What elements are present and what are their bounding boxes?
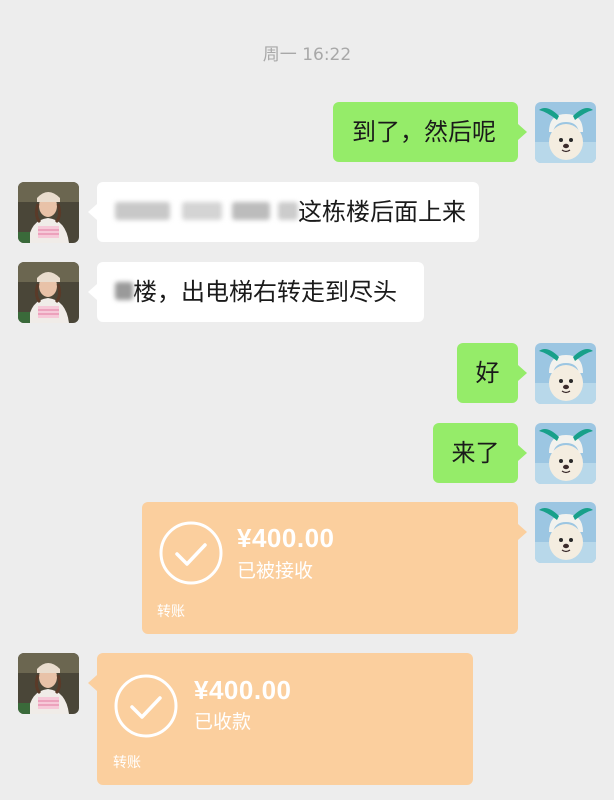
woman-avatar-icon (18, 262, 79, 323)
message-text: 到了，然后呢 (352, 118, 496, 146)
transfer-status: 已被接收 (237, 560, 314, 582)
bubble-tail (518, 365, 527, 381)
my-avatar[interactable] (535, 502, 596, 563)
dog-avatar-icon (535, 423, 596, 484)
contact-avatar[interactable] (18, 653, 79, 714)
bubble-tail (518, 524, 527, 540)
message-bubble[interactable]: 这栋楼后面上来 (88, 182, 479, 242)
transfer-card[interactable]: ¥400.00 已收款 转账 (88, 653, 473, 785)
transfer-card[interactable]: ¥400.00 已被接收 转账 (142, 502, 527, 634)
transfer-label: 转账 (157, 604, 185, 620)
transfer-status: 已收款 (194, 711, 252, 733)
timestamp: 周一 16:22 (262, 45, 352, 65)
my-avatar[interactable] (535, 423, 596, 484)
bubble-tail (518, 124, 527, 140)
contact-avatar[interactable] (18, 262, 79, 323)
contact-avatar[interactable] (18, 182, 79, 243)
redacted-text (278, 202, 298, 220)
redacted-text (232, 202, 270, 220)
message-bubble[interactable]: 来了 (433, 423, 527, 483)
message-text: 楼，出电梯右转走到尽头 (133, 278, 397, 306)
bubble-tail (88, 675, 97, 691)
message-text: 这栋楼后面上来 (298, 198, 466, 226)
message-bubble[interactable]: 楼，出电梯右转走到尽头 (88, 262, 424, 322)
redacted-text (115, 282, 133, 300)
check-circle-icon (114, 674, 178, 738)
bubble-tail (88, 204, 97, 220)
dog-avatar-icon (535, 343, 596, 404)
message-bubble[interactable]: 到了，然后呢 (333, 102, 527, 162)
bubble-tail (88, 284, 97, 300)
transfer-amount: ¥400.00 (194, 675, 292, 705)
message-text: 来了 (451, 439, 500, 467)
dog-avatar-icon (535, 102, 596, 163)
woman-avatar-icon (18, 182, 79, 243)
message-text: 好 (475, 359, 500, 387)
transfer-amount: ¥400.00 (237, 523, 335, 553)
my-avatar[interactable] (535, 102, 596, 163)
bubble-tail (518, 445, 527, 461)
dog-avatar-icon (535, 502, 596, 563)
woman-avatar-icon (18, 653, 79, 714)
message-bubble[interactable]: 好 (457, 343, 527, 403)
transfer-label: 转账 (113, 755, 141, 771)
check-circle-icon (159, 521, 223, 585)
redacted-text (182, 202, 222, 220)
redacted-text (115, 202, 170, 220)
my-avatar[interactable] (535, 343, 596, 404)
